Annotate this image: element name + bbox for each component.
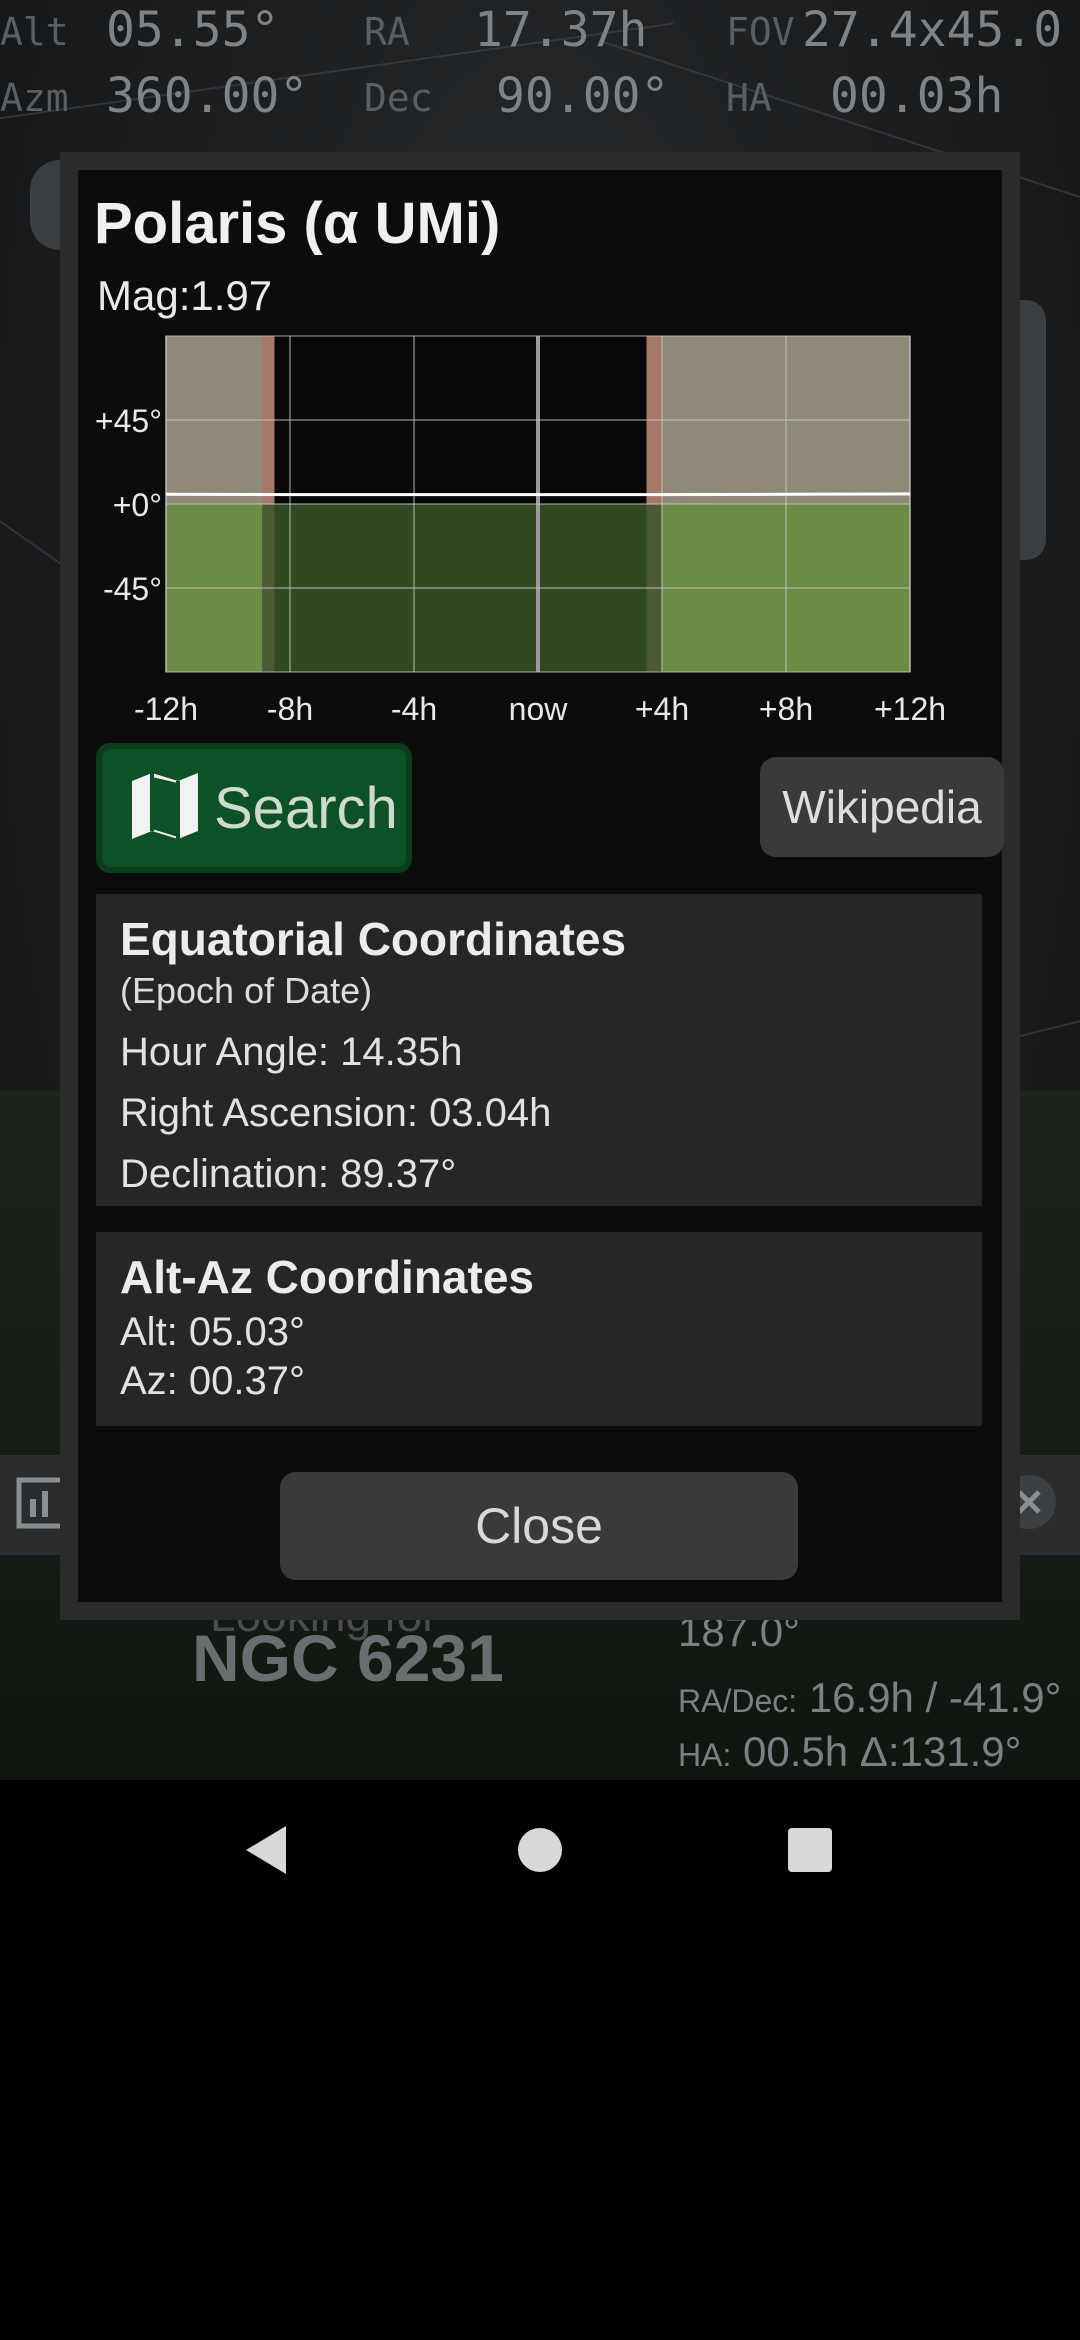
hud-ra-value: 17.37h: [474, 2, 648, 58]
back-icon[interactable]: [236, 1820, 296, 1880]
target-name: NGC 6231: [192, 1621, 504, 1695]
hud-ra-label: RA: [364, 10, 410, 54]
object-title: Polaris (α UMi): [94, 191, 501, 256]
wikipedia-button[interactable]: Wikipedia: [760, 757, 1004, 857]
altaz-heading: Alt-Az Coordinates: [120, 1251, 534, 1303]
altitude-chart: +45° +0° -45° -12h -8h -4h now +4h +8h +12h: [78, 320, 1002, 727]
ha-value: 00.5h Δ:131.9°: [743, 1728, 1022, 1775]
alt-value: Alt: 05.03°: [120, 1310, 305, 1354]
recents-icon[interactable]: [780, 1820, 840, 1880]
radec-value: 16.9h / -41.9°: [808, 1674, 1062, 1721]
x-tick-label: +8h: [759, 691, 813, 720]
hud-dec-label: Dec: [364, 76, 433, 120]
target-radec: RA/Dec: 16.9h / -41.9°: [678, 1674, 1061, 1722]
system-nav-bar: [0, 1780, 1080, 1920]
x-tick-label: -8h: [267, 691, 313, 720]
altaz-panel: Alt-Az Coordinates Alt: 05.03° Az: 00.37…: [96, 1232, 982, 1426]
x-tick-label: -4h: [391, 691, 437, 720]
y-tick-label: -45°: [103, 571, 162, 607]
altitude-line: [165, 492, 911, 497]
hud-ha-label: HA: [726, 76, 772, 120]
ha-label: HA:: [678, 1737, 732, 1773]
declination: Declination: 89.37°: [120, 1152, 457, 1196]
y-tick-label: +0°: [113, 487, 162, 523]
hud-azm-label: Azm: [0, 76, 69, 120]
altitude-chart-svg: +45° +0° -45° -12h -8h -4h now +4h +8h +12h: [95, 335, 946, 727]
hud-ha-value: 00.03h: [830, 68, 1004, 124]
close-button[interactable]: Close: [280, 1472, 798, 1580]
right-ascension: Right Ascension: 03.04h: [120, 1091, 552, 1135]
object-magnitude: Mag:1.97: [97, 272, 273, 319]
search-button-label: Search: [214, 775, 398, 841]
target-ha: HA: 00.5h Δ:131.9°: [678, 1728, 1021, 1776]
object-info-dialog: Polaris (α UMi) Mag:1.97 +45° +0° -45° -12h…: [60, 152, 1020, 1620]
home-icon[interactable]: [510, 1820, 570, 1880]
equatorial-heading: Equatorial Coordinates: [120, 913, 627, 965]
equatorial-panel: Equatorial Coordinates (Epoch of Date) H…: [96, 894, 982, 1206]
x-tick-label: now: [509, 691, 569, 720]
hud-alt-value: 05.55°: [106, 2, 280, 58]
x-tick-label: +12h: [874, 691, 946, 720]
hud-alt-label: Alt: [0, 10, 69, 54]
hud-azm-value: 360.00°: [106, 68, 309, 124]
x-tick-label: -12h: [134, 691, 198, 720]
hud: Alt 05.55° RA 17.37h FOV 27.4x45.0 Azm 3…: [0, 0, 1080, 140]
hour-angle: Hour Angle: 14.35h: [120, 1030, 463, 1074]
map-icon: [128, 769, 202, 848]
search-button[interactable]: Search: [96, 743, 412, 873]
radec-label: RA/Dec:: [678, 1683, 798, 1719]
x-tick-label: +4h: [635, 691, 689, 720]
y-tick-label: +45°: [95, 403, 162, 439]
hud-fov-label: FOV: [726, 10, 795, 54]
az-value: Az: 00.37°: [120, 1359, 305, 1403]
hud-dec-value: 90.00°: [496, 68, 670, 124]
hud-fov-value: 27.4x45.0: [802, 2, 1063, 58]
epoch-label: (Epoch of Date): [120, 970, 373, 1011]
